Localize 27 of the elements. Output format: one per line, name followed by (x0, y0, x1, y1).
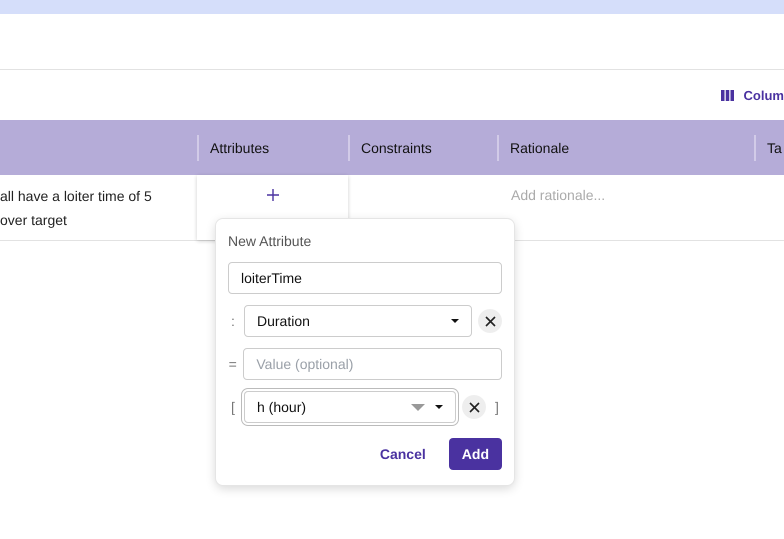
requirement-text: over target (0, 210, 68, 228)
columns-button[interactable]: Colum (720, 88, 784, 102)
caret-icon (435, 405, 443, 409)
plus-icon[interactable] (266, 189, 278, 201)
close-icon (468, 402, 480, 412)
value-input[interactable]: Value (optional) (243, 348, 502, 380)
column-header: Rationale (510, 140, 570, 156)
column-header: Attributes (210, 140, 270, 156)
name-input[interactable]: loiterTime (228, 262, 502, 294)
caret-icon (411, 404, 425, 410)
equals-label: = (228, 356, 238, 372)
colon-label: : (230, 313, 236, 329)
unit-select[interactable]: h (hour) (244, 391, 456, 423)
caret-icon (451, 319, 459, 323)
clear-button[interactable] (478, 309, 502, 333)
popover-title: New Attribute (228, 233, 312, 249)
requirement-text: all have a loiter time of 5 (0, 186, 153, 204)
clear-button[interactable] (462, 395, 486, 419)
type-select[interactable]: Duration (244, 305, 472, 337)
add-button[interactable]: Add (448, 438, 502, 470)
cancel-button[interactable]: Cancel (366, 438, 439, 470)
bracket-label: [ (230, 399, 236, 415)
column-header: Ta (767, 140, 782, 156)
close-icon (484, 316, 496, 326)
bracket-label: ] (494, 399, 500, 415)
column-header: Constraints (361, 140, 432, 156)
columns-icon (720, 90, 734, 100)
